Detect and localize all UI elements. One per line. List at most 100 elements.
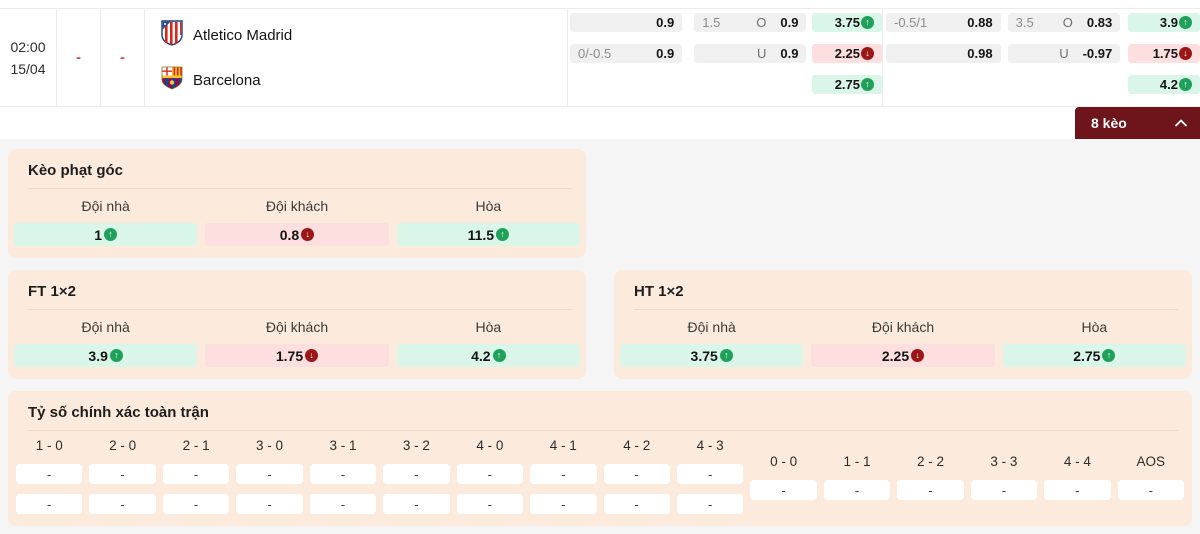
odds-panels-area: Kèo phạt góc Đội nhà1↑Đội khách0.8↓Hòa11…	[0, 139, 1200, 534]
outcome-odds-cell[interactable]: 1.75↓	[205, 344, 388, 367]
over-under-odds-cell[interactable]: 1.5O0.9	[694, 13, 806, 32]
score-odds-cell[interactable]: -	[604, 464, 670, 484]
score-odds-cell[interactable]: -	[163, 494, 229, 514]
arrow-up-circle-icon: ↑	[496, 228, 509, 241]
score-odds-cell[interactable]: -	[530, 494, 596, 514]
score-odds-cell[interactable]: -	[897, 480, 963, 500]
score-header: 0 - 0	[750, 454, 816, 470]
score-odds-cell[interactable]: -	[457, 464, 523, 484]
arrow-up-circle-icon: ↑	[720, 349, 733, 362]
one-x-two-odds-cell[interactable]: 3.75↑	[812, 13, 882, 32]
score-odds-cell[interactable]: -	[16, 464, 82, 484]
arrow-up-circle-icon: ↑	[1179, 16, 1192, 29]
score-odds-cell[interactable]: -	[89, 494, 155, 514]
score-odds-cell[interactable]: -	[383, 494, 449, 514]
correct-score-grid: 1 - 0--2 - 0--2 - 1--3 - 0--3 - 1--3 - 2…	[8, 431, 1192, 514]
score-odds-cell[interactable]: -	[1118, 480, 1184, 500]
handicap-line: 0/-0.5	[578, 46, 611, 61]
match-row: 02:00 15/04 - -	[0, 8, 1200, 107]
odds-group-2: -0.5/10.88 0.98 3.5O0.83 U -0.97 3.9↑ 1.75↓ 4.2…	[883, 9, 1200, 106]
away-team-name: Barcelona	[193, 72, 261, 89]
keo-count-toggle[interactable]: 8 kèo	[1075, 107, 1200, 139]
score-odds-cell[interactable]: -	[677, 464, 743, 484]
odds-value: 1	[94, 227, 102, 243]
outcome-column: Đội khách2.25↓	[811, 319, 994, 367]
odds-value: 4.2	[471, 348, 490, 364]
ft-odds-row: Đội nhà3.9↑Đội khách1.75↓Hòa4.2↑	[8, 310, 586, 367]
outcome-column: Hòa11.5↑	[397, 198, 580, 246]
one-x-two-odds-cell[interactable]: 1.75↓	[1128, 44, 1200, 63]
one-x-two-odds-cell[interactable]: 3.9↑	[1128, 13, 1200, 32]
score-odds-cell[interactable]: -	[310, 494, 376, 514]
home-team-row: Atletico Madrid	[161, 20, 567, 51]
outcome-column: Đội nhà3.75↑	[620, 319, 803, 367]
score-odds-cell[interactable]: -	[971, 480, 1037, 500]
outcome-header: Đội khách	[205, 198, 388, 223]
score-column: 3 - 1--	[310, 438, 376, 514]
score-header: 4 - 1	[530, 438, 596, 454]
score-column: 4 - 0 - -	[457, 438, 523, 514]
one-x-two-odds-cell[interactable]: 2.75↑	[812, 75, 882, 94]
score-odds-cell[interactable]: -	[604, 494, 670, 514]
arrow-down-circle-icon: ↓	[911, 349, 924, 362]
outcome-odds-cell[interactable]: 3.75↑	[620, 344, 803, 367]
odds-value: 0.83	[1087, 15, 1112, 30]
over-under-odds-cell[interactable]: U0.9	[694, 44, 806, 63]
score-odds-cell[interactable]: -	[457, 494, 523, 514]
over-under-odds-cell[interactable]: 3.5O0.83	[1008, 13, 1121, 32]
outcome-odds-cell[interactable]: 2.75↑	[1003, 344, 1186, 367]
handicap-odds-cell[interactable]: 0/-0.50.9	[570, 44, 682, 63]
score-home-column: -	[57, 9, 101, 106]
score-odds-cell[interactable]: -	[236, 464, 302, 484]
score-odds-cell[interactable]: -	[677, 494, 743, 514]
score-column: 4 - 1 - -	[530, 438, 596, 514]
odds-value: -0.97	[1083, 46, 1113, 61]
ou-line: 1.5	[702, 15, 756, 30]
score-odds-cell[interactable]: -	[89, 464, 155, 484]
handicap-odds-cell[interactable]: 0.98	[886, 44, 1001, 63]
one-x-two-column: 3.75↑ 2.25↓ 2.75↑	[812, 13, 882, 106]
outcome-header: Đội nhà	[14, 319, 197, 344]
score-column: 1 - 0--	[16, 438, 82, 514]
one-x-two-column: 3.9↑ 1.75↓ 4.2↑	[1128, 13, 1200, 106]
score-odds-cell[interactable]: -	[163, 464, 229, 484]
score-odds-cell[interactable]: -	[824, 480, 890, 500]
teams-column[interactable]: Atletico Madrid	[145, 9, 568, 106]
score-header: 4 - 0	[457, 438, 523, 454]
outcome-odds-cell[interactable]: 0.8↓	[205, 223, 388, 246]
away-team-logo	[161, 66, 183, 95]
score-odds-cell[interactable]: -	[750, 480, 816, 500]
score-odds-cell[interactable]: -	[1044, 480, 1110, 500]
score-odds-cell[interactable]: -	[310, 464, 376, 484]
odds-value: 3.75	[835, 15, 860, 30]
home-team-logo	[161, 20, 183, 51]
odds-value: 11.5	[468, 227, 494, 243]
over-under-odds-cell[interactable]: U -0.97	[1008, 44, 1121, 63]
arrow-up-circle-icon: ↑	[104, 228, 117, 241]
score-odds-cell[interactable]: -	[16, 494, 82, 514]
handicap-odds-cell[interactable]: 0.9	[570, 13, 682, 32]
odds-group-1: 0.9 0/-0.50.9 1.5O0.9 U0.9 3.75↑ 2.25↓ 2.75↑	[568, 9, 883, 106]
one-x-two-odds-cell[interactable]: 2.25↓	[812, 44, 882, 63]
outcome-odds-cell[interactable]: 11.5↑	[397, 223, 580, 246]
outcome-column: Hòa4.2↑	[397, 319, 580, 367]
score-header: 1 - 1	[824, 454, 890, 470]
odds-value: 3.9	[1160, 15, 1178, 30]
score-column: 4 - 3--	[677, 438, 743, 514]
score-odds-cell[interactable]: -	[236, 494, 302, 514]
odds-value: 3.9	[88, 348, 107, 364]
outcome-odds-cell[interactable]: 3.9↑	[14, 344, 197, 367]
outcome-odds-cell[interactable]: 2.25↓	[811, 344, 994, 367]
handicap-odds-cell[interactable]: -0.5/10.88	[886, 13, 1001, 32]
one-x-two-odds-cell[interactable]: 4.2↑	[1128, 75, 1200, 94]
score-header: 4 - 2	[604, 438, 670, 454]
outcome-odds-cell[interactable]: 4.2↑	[397, 344, 580, 367]
score-home: -	[76, 49, 81, 66]
odds-value: 2.25	[835, 46, 860, 61]
arrow-down-circle-icon: ↓	[301, 228, 314, 241]
ou-side: U	[1059, 46, 1068, 61]
outcome-odds-cell[interactable]: 1↑	[14, 223, 197, 246]
score-column-draw: 2 - 2-	[897, 438, 963, 514]
score-odds-cell[interactable]: -	[383, 464, 449, 484]
score-odds-cell[interactable]: -	[530, 464, 596, 484]
